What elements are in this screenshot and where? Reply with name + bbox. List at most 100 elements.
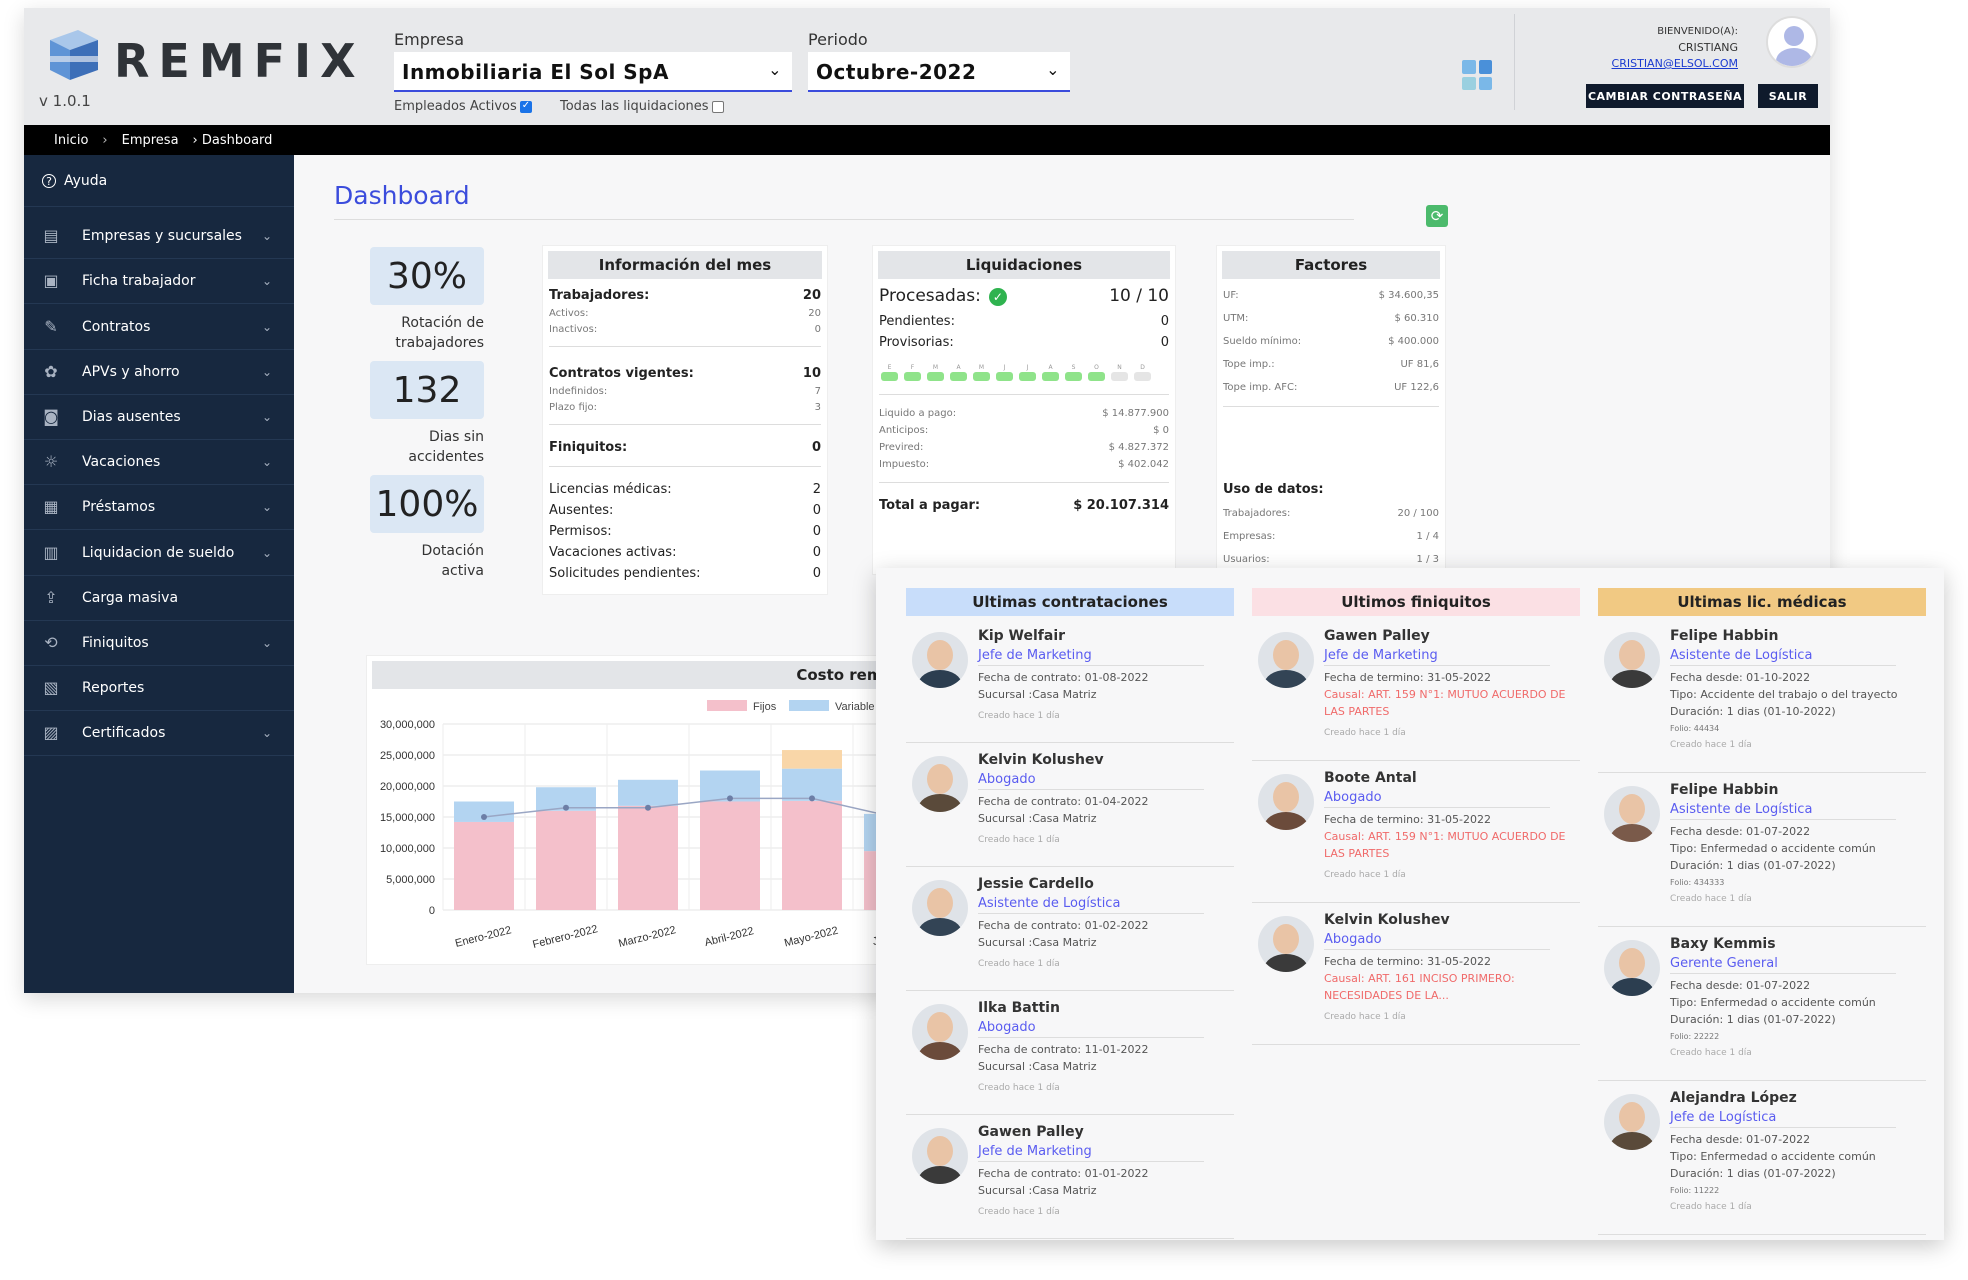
avatar — [1258, 632, 1314, 688]
title-divider — [334, 219, 1354, 220]
todas-liquidaciones-label: Todas las liquidaciones — [560, 99, 709, 114]
sidebar-item-ficha-trabajador[interactable]: ▣ Ficha trabajador ⌄ — [24, 259, 294, 305]
liquidaciones-card: Liquidaciones Procesadas: ✓ 10 / 10 Pendie… — [872, 245, 1176, 575]
change-password-button[interactable]: CAMBIAR CONTRASEÑA — [1586, 84, 1744, 108]
person-name[interactable]: Kelvin Kolushev — [978, 752, 1104, 768]
person-name[interactable]: Kelvin Kolushev — [1324, 912, 1450, 928]
month-bar — [1088, 372, 1105, 381]
month-bar — [927, 372, 944, 381]
person-name[interactable]: Ilka Battin — [978, 1000, 1060, 1016]
breadcrumb-home[interactable]: Inicio — [54, 133, 88, 148]
month-bar — [1065, 372, 1082, 381]
todas-liquidaciones-checkbox[interactable] — [711, 100, 724, 113]
procesadas-label: Procesadas: — [879, 286, 981, 306]
uso-empresas-label: Empresas: — [1223, 531, 1276, 542]
legend-swatch-variable — [789, 700, 829, 711]
ausentes-label: Ausentes: — [549, 503, 614, 518]
info-mes-card: Información del mes Trabajadores: 20 Acti… — [542, 245, 828, 595]
person-name[interactable]: Baxy Kemmis — [1670, 936, 1776, 952]
person-name[interactable]: Gawen Palley — [978, 1124, 1084, 1140]
sidebar-item-vacaciones[interactable]: ☼ Vacaciones ⌄ — [24, 440, 294, 486]
sidebar-item-dias-ausentes[interactable]: ◙ Dias ausentes ⌄ — [24, 395, 294, 440]
check-circle-icon: ✓ — [988, 288, 1007, 306]
sidebar-item-empresas-y-sucursales[interactable]: ▤ Empresas y sucursales ⌄ — [24, 214, 294, 260]
pendientes-label: Pendientes: — [879, 314, 955, 329]
chevron-down-icon: ⌄ — [261, 319, 272, 334]
avatar — [912, 632, 968, 688]
person-detail-l1: Fecha de termino: 31-05-2022 — [1324, 955, 1492, 968]
person-detail-created: Creado hace 1 día — [1670, 1202, 1752, 1212]
person-detail-l1: Fecha de termino: 31-05-2022 — [1324, 671, 1492, 684]
month-indicator: D — [1134, 364, 1151, 381]
periodo-select[interactable]: Octubre-2022 ⌄ — [808, 52, 1070, 92]
person-detail-l1: Fecha desde: 01-07-2022 — [1670, 825, 1811, 838]
sidebar-item-ayuda[interactable]: ? Ayuda — [24, 155, 294, 207]
month-bar — [1042, 372, 1059, 381]
person-role: Abogado — [978, 1020, 1204, 1038]
logout-button[interactable]: SALIR — [1758, 84, 1818, 108]
uso-usuarios-label: Usuarios: — [1223, 554, 1270, 565]
empleados-activos-checkbox[interactable] — [519, 100, 532, 113]
todas-liquidaciones-toggle[interactable]: Todas las liquidaciones — [560, 99, 724, 114]
sidebar-item-certificados[interactable]: ▨ Certificados ⌄ — [24, 711, 294, 757]
month-indicator: A — [1042, 364, 1059, 381]
sidebar: ? Ayuda ▤ Empresas y sucursales ⌄ ▣ Ficha trab… — [24, 155, 294, 993]
previred-value: $ 4.827.372 — [1108, 442, 1169, 453]
uso-trabajadores-value: 20 / 100 — [1397, 508, 1439, 519]
chevron-down-icon: ⌄ — [261, 410, 272, 424]
person-name[interactable]: Boote Antal — [1324, 770, 1417, 786]
trend-point — [645, 804, 651, 811]
person-detail-l2: Sucursal :Casa Matriz — [978, 1184, 1097, 1197]
sidebar-item-carga-masiva[interactable]: ⇪ Carga masiva — [24, 576, 294, 621]
sidebar-item-label: Dias ausentes — [82, 409, 181, 425]
tope-afc-value: UF 122,6 — [1394, 382, 1439, 393]
user-email-link[interactable]: CRISTIAN@ELSOL.COM — [1612, 56, 1738, 72]
person-name[interactable]: Jessie Cardello — [978, 876, 1094, 892]
person-name[interactable]: Alejandra López — [1670, 1090, 1797, 1106]
sidebar-item-finiquitos[interactable]: ⟲ Finiquitos ⌄ — [24, 621, 294, 666]
empleados-activos-toggle[interactable]: Empleados Activos — [394, 99, 532, 114]
month-label: A — [1048, 364, 1053, 371]
list-divider — [1252, 1044, 1580, 1045]
chevron-down-icon: ⌄ — [768, 60, 782, 79]
person-detail-c2: LAS PARTES — [1324, 705, 1390, 718]
user-avatar[interactable] — [1766, 16, 1818, 68]
apps-grid-icon[interactable] — [1462, 60, 1492, 90]
month-indicator: J — [996, 364, 1013, 381]
inactivos-value: 0 — [814, 324, 821, 335]
person-name[interactable]: Kip Welfair — [978, 628, 1065, 644]
activos-label: Activos: — [549, 308, 589, 319]
sidebar-item-préstamos[interactable]: ▦ Préstamos ⌄ — [24, 485, 294, 531]
avatar — [1604, 940, 1660, 996]
procesadas-value: 10 / 10 — [1109, 286, 1169, 306]
sidebar-item-label: Contratos — [82, 318, 151, 335]
empresa-select[interactable]: Inmobiliaria El Sol SpA ⌄ — [394, 52, 792, 92]
month-label: M — [932, 364, 939, 371]
permisos-value: 0 — [812, 524, 821, 539]
person-name[interactable]: Gawen Palley — [1324, 628, 1430, 644]
uso-empresas-value: 1 / 4 — [1416, 531, 1439, 542]
breadcrumb-company[interactable]: Empresa — [122, 133, 179, 148]
report-icon: ▧ — [43, 678, 59, 698]
sidebar-item-apvs-y-ahorro[interactable]: ✿ APVs y ahorro ⌄ — [24, 350, 294, 395]
sidebar-item-contratos[interactable]: ✎ Contratos ⌄ — [24, 305, 294, 350]
provisorias-value: 0 — [1160, 335, 1169, 350]
certificate-icon: ▨ — [43, 723, 59, 743]
chevron-down-icon: ⌄ — [261, 726, 272, 741]
avatar — [912, 1004, 968, 1060]
month-bar — [950, 372, 967, 381]
person-name[interactable]: Felipe Habbin — [1670, 628, 1778, 644]
liquido-label: Liquido a pago: — [879, 408, 957, 419]
previred-label: Previred: — [879, 442, 924, 453]
sidebar-item-label: Carga masiva — [82, 589, 179, 606]
person-name[interactable]: Felipe Habbin — [1670, 782, 1778, 798]
contratos-label: Contratos vigentes: — [549, 366, 694, 381]
y-tick-label: 20,000,000 — [380, 781, 435, 793]
person-detail-created: Creado hace 1 día — [978, 1207, 1060, 1217]
sidebar-item-reportes[interactable]: ▧ Reportes — [24, 666, 294, 712]
month-bar — [881, 372, 898, 381]
empresa-value: Inmobiliaria El Sol SpA — [402, 60, 669, 84]
refresh-icon[interactable]: ⟳ — [1426, 205, 1448, 227]
sidebar-item-liquidacion-de-sueldo[interactable]: ▥ Liquidacion de sueldo ⌄ — [24, 531, 294, 576]
person-detail-l1: Fecha de contrato: 01-02-2022 — [978, 919, 1149, 932]
